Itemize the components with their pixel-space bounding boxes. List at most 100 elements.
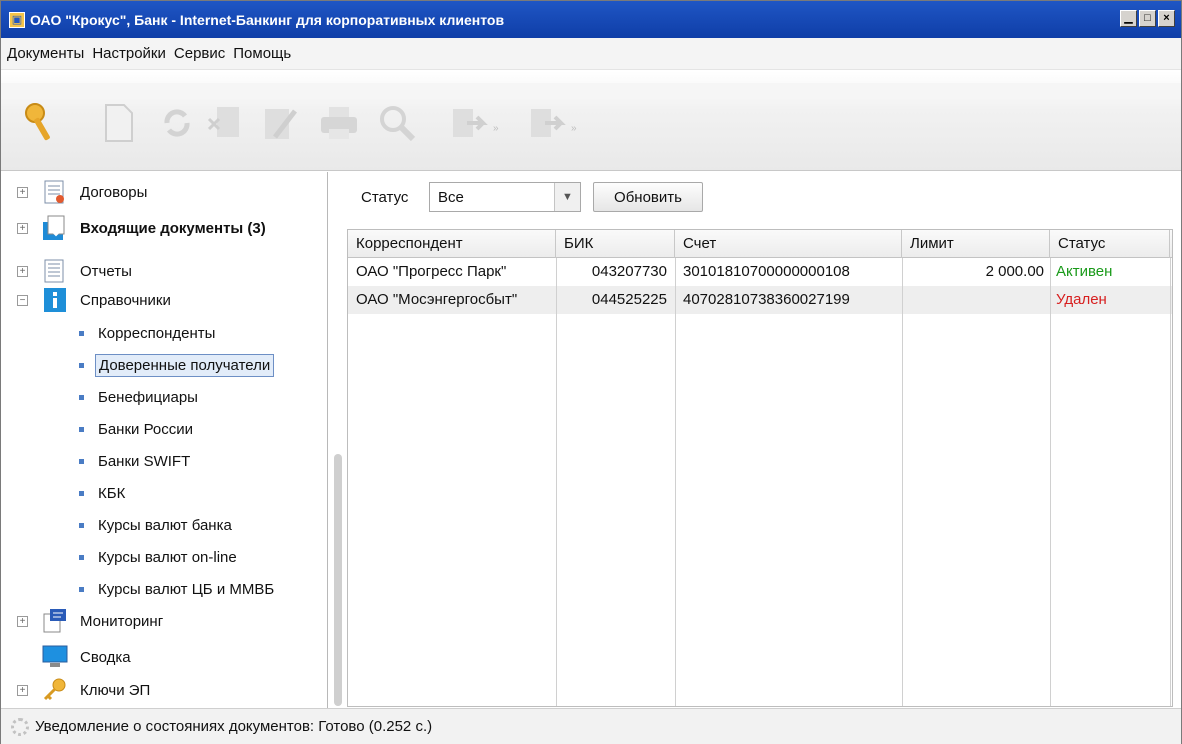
window-title: ОАО "Крокус", Банк - Internet-Банкинг дл… [30, 11, 505, 28]
cell-limit [902, 286, 1044, 314]
incoming-documents-icon [41, 214, 69, 242]
expand-icon[interactable]: + [17, 684, 28, 696]
tree-item-reports[interactable]: + Отчеты [1, 256, 328, 286]
expand-icon[interactable]: + [17, 186, 28, 198]
cell-status: Удален [1056, 291, 1107, 308]
tree-subitem-label: Банки России [98, 420, 194, 438]
print-icon[interactable] [317, 99, 361, 147]
bullet-icon [79, 586, 84, 592]
tree-item-directories[interactable]: − Справочники [1, 285, 328, 315]
maximize-button[interactable]: □ [1139, 10, 1156, 27]
close-button[interactable]: × [1158, 10, 1175, 27]
expand-icon[interactable]: + [17, 222, 28, 234]
table-header: Корреспондент БИК Счет Лимит Статус [348, 230, 1172, 258]
search-icon[interactable] [375, 99, 419, 147]
contracts-icon [41, 178, 69, 206]
column-divider [1050, 258, 1051, 706]
column-header-limit[interactable]: Лимит [902, 230, 1050, 258]
tree-item-label: Отчеты [80, 262, 132, 280]
tree-subitem[interactable]: КБК [1, 478, 328, 508]
tree-subitem-label: Курсы валют on-line [98, 548, 237, 566]
expand-icon[interactable]: + [17, 265, 28, 277]
app-logo-icon: ▣ [9, 11, 25, 28]
title-bar[interactable]: ▣ ОАО "Крокус", Банк - Internet-Банкинг … [1, 1, 1181, 38]
tree-item-signature-keys[interactable]: + Ключи ЭП [1, 675, 328, 705]
menu-help[interactable]: Помощь [233, 45, 291, 62]
column-divider [1170, 258, 1171, 706]
tree-item-label: Ключи ЭП [80, 681, 151, 699]
status-filter-label: Статус [361, 189, 409, 206]
bullet-icon [79, 490, 84, 496]
status-filter-select[interactable]: Все ▼ [429, 182, 581, 212]
tree-subitem[interactable]: Бенефициары [1, 382, 328, 412]
tree-subitem-label: Курсы валют ЦБ и ММВБ [98, 580, 275, 598]
menu-settings[interactable]: Настройки [92, 45, 166, 62]
key-icon[interactable] [19, 99, 63, 147]
table-row[interactable]: ОАО "Мосэнгергосбыт" 044525225 407028107… [348, 286, 1172, 314]
tree-subitem[interactable]: Банки SWIFT [1, 446, 328, 476]
cell-account: 40702810738360027199 [683, 291, 850, 308]
delete-icon[interactable] [201, 99, 245, 147]
column-header-status[interactable]: Статус [1050, 230, 1170, 258]
status-bar: Уведомление о состояниях документов: Гот… [1, 708, 1181, 744]
tree-item-label: Справочники [80, 291, 171, 309]
tree-item-summary[interactable]: Сводка [1, 642, 328, 672]
status-text: Уведомление о состояниях документов: Гот… [35, 718, 433, 735]
edit-icon[interactable] [259, 99, 303, 147]
collapse-icon[interactable]: − [17, 294, 28, 306]
info-icon [41, 286, 69, 314]
bullet-icon [79, 362, 84, 368]
bullet-icon [79, 522, 84, 528]
bullet-icon [79, 330, 84, 336]
table-row[interactable]: ОАО "Прогресс Парк" 043207730 3010181070… [348, 258, 1172, 286]
refresh-icon[interactable] [155, 99, 199, 147]
tree-subitem-selected[interactable]: Доверенные получатели [1, 350, 328, 380]
import-icon[interactable] [447, 99, 491, 147]
tree-item-incoming-documents[interactable]: + Входящие документы (3) [1, 213, 328, 243]
tree-subitem[interactable]: Курсы валют ЦБ и ММВБ [1, 574, 328, 604]
loading-spinner-icon [11, 717, 29, 736]
column-header-account[interactable]: Счет [675, 230, 902, 258]
tree-subitem[interactable]: Корреспонденты [1, 318, 328, 348]
menu-service[interactable]: Сервис [174, 45, 225, 62]
export-icon[interactable] [525, 99, 569, 147]
menu-bar: Документы Настройки Сервис Помощь [1, 38, 1181, 70]
cell-correspondent: ОАО "Мосэнгергосбыт" [356, 291, 518, 308]
tree-subitem-label: Доверенные получатели [95, 353, 275, 377]
tree-item-contracts[interactable]: + Договоры [1, 177, 328, 207]
recipients-table: Корреспондент БИК Счет Лимит Статус ОАО … [347, 229, 1173, 707]
status-filter-value: Все [438, 188, 464, 206]
tree-subitem-label: Бенефициары [98, 388, 198, 406]
sidebar-scrollbar[interactable] [334, 454, 342, 706]
bullet-icon [79, 426, 84, 432]
tree-item-label: Договоры [80, 183, 148, 201]
navigation-tree: + Договоры + Входящие документы (3) + От… [1, 172, 328, 708]
cell-bik: 044525225 [591, 291, 667, 308]
bullet-icon [79, 554, 84, 560]
minimize-button[interactable]: ▁ [1120, 10, 1137, 27]
cell-status: Активен [1056, 263, 1113, 280]
monitor-icon [41, 643, 69, 671]
tree-item-label: Входящие документы (3) [80, 219, 266, 237]
refresh-button[interactable]: Обновить [593, 182, 703, 212]
tree-subitem-label: Банки SWIFT [98, 452, 191, 470]
cell-account: 30101810700000000108 [683, 263, 850, 280]
tree-subitem[interactable]: Банки России [1, 414, 328, 444]
tree-subitem[interactable]: Курсы валют банка [1, 510, 328, 540]
expand-icon[interactable]: + [17, 615, 28, 627]
tree-subitem[interactable]: Курсы валют on-line [1, 542, 328, 572]
tree-subitem-label: КБК [98, 484, 126, 502]
dropdown-arrow-icon[interactable]: ▼ [554, 183, 580, 211]
tree-item-monitoring[interactable]: + Мониторинг [1, 606, 328, 636]
menu-documents[interactable]: Документы [7, 45, 84, 62]
toolbar: » » [1, 71, 1181, 171]
column-header-correspondent[interactable]: Корреспондент [348, 230, 556, 258]
reports-icon [41, 257, 69, 285]
new-document-icon[interactable] [97, 99, 141, 147]
cell-limit: 2 000.00 [985, 263, 1044, 280]
import-dropdown-icon[interactable]: » [493, 123, 499, 134]
cell-bik: 043207730 [591, 263, 667, 280]
column-divider [902, 258, 903, 706]
export-dropdown-icon[interactable]: » [571, 123, 577, 134]
column-header-bik[interactable]: БИК [556, 230, 675, 258]
